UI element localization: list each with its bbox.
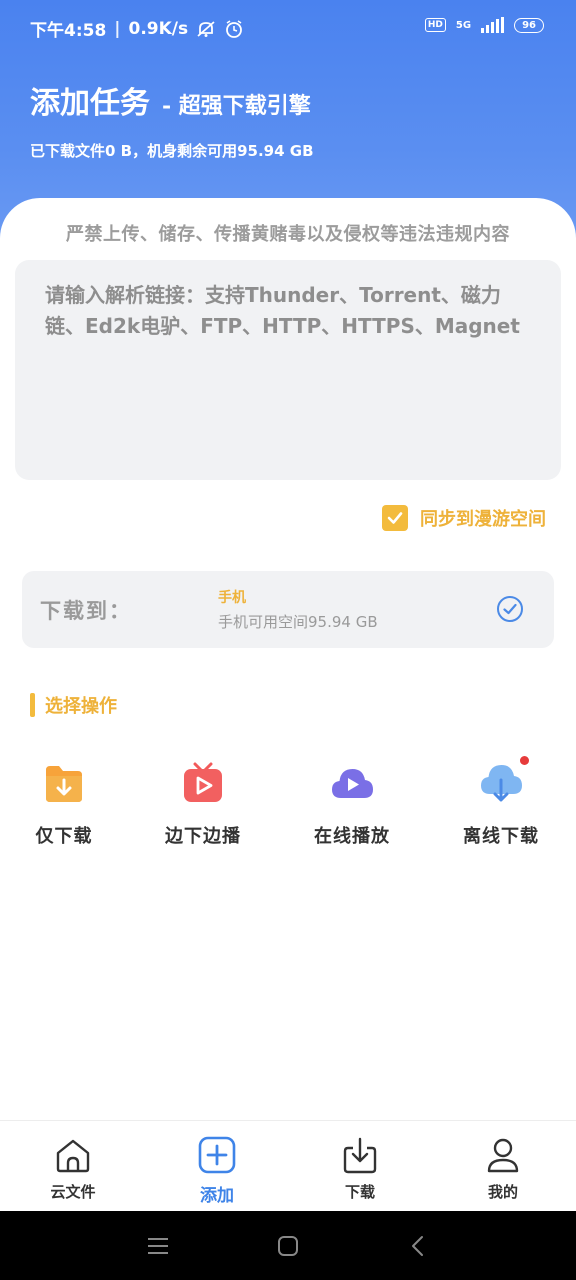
user-icon <box>483 1135 523 1175</box>
op-label: 仅下载 <box>35 826 93 847</box>
header-title-row: 添加任务 - 超强下载引擎 <box>30 78 311 122</box>
op-offline-download[interactable]: 离线下载 <box>441 756 561 848</box>
destination-label: 下载到： <box>40 599 132 623</box>
section-bar <box>30 693 35 717</box>
home-square-icon[interactable] <box>275 1233 301 1259</box>
nav-download[interactable]: 下载 <box>310 1135 410 1202</box>
sync-roaming-toggle[interactable]: 同步到漫游空间 <box>382 505 546 531</box>
nav-label: 下载 <box>344 1183 375 1201</box>
status-time: 下午4:58 <box>30 21 107 41</box>
section-title: 选择操作 <box>45 696 117 717</box>
section-header: 选择操作 <box>30 692 117 718</box>
add-square-icon <box>197 1135 237 1175</box>
menu-icon[interactable] <box>145 1233 171 1259</box>
back-icon[interactable] <box>405 1233 431 1259</box>
mute-icon <box>197 20 215 37</box>
bottom-nav: 云文件 添加 下载 我的 <box>0 1120 576 1211</box>
content-warning: 严禁上传、储存、传播黄赌毒以及侵权等违法违规内容 <box>66 224 510 245</box>
folder-download-icon <box>40 760 88 808</box>
op-download-only[interactable]: 仅下载 <box>4 760 124 848</box>
status-left: 下午4:58 | 0.9K/s <box>30 16 244 41</box>
destination-space: 手机可用空间95.94 GB <box>218 613 378 631</box>
download-destination[interactable]: 下载到： 手机 手机可用空间95.94 GB <box>22 571 554 648</box>
signal-icon <box>481 17 505 33</box>
nav-mine[interactable]: 我的 <box>453 1135 553 1202</box>
nav-label: 添加 <box>200 1186 234 1206</box>
tv-play-icon <box>179 760 227 808</box>
op-label: 在线播放 <box>314 826 390 847</box>
battery-icon: 96 <box>514 17 544 33</box>
cloud-download-icon <box>477 756 529 808</box>
status-right: HD 5G 96 <box>424 17 544 33</box>
op-label: 边下边播 <box>165 826 241 847</box>
op-online-play[interactable]: 在线播放 <box>292 760 412 848</box>
system-navigation-bar <box>0 1211 576 1280</box>
sync-checkbox[interactable] <box>382 505 408 531</box>
checkmark-icon <box>387 512 403 524</box>
op-label: 离线下载 <box>463 826 539 847</box>
nav-label: 我的 <box>487 1183 518 1201</box>
sync-label: 同步到漫游空间 <box>420 509 546 530</box>
status-bar: 下午4:58 | 0.9K/s HD 5G 96 <box>0 0 576 56</box>
nav-label: 云文件 <box>50 1183 96 1201</box>
hd-badge: HD <box>424 18 446 32</box>
link-input[interactable] <box>15 260 561 480</box>
nav-cloud-files[interactable]: 云文件 <box>23 1135 123 1202</box>
nav-add[interactable]: 添加 <box>167 1135 267 1206</box>
page-subtitle: - 超强下载引擎 <box>162 93 311 119</box>
operations: 仅下载 边下边播 在线播放 离线下载 <box>0 756 576 850</box>
status-net-speed: 0.9K/s <box>128 18 189 39</box>
check-circle-icon <box>497 596 523 622</box>
notification-dot <box>520 756 529 765</box>
alarm-icon <box>226 19 243 38</box>
network-type: 5G <box>455 19 472 31</box>
cloud-play-icon <box>328 760 376 808</box>
status-separator: | <box>114 18 121 39</box>
page-title: 添加任务 <box>30 86 150 121</box>
destination-device: 手机 <box>218 590 246 606</box>
download-tray-icon <box>340 1135 380 1175</box>
op-download-and-play[interactable]: 边下边播 <box>143 760 263 848</box>
home-icon <box>53 1135 93 1175</box>
storage-info: 已下载文件0 B，机身剩余可用95.94 GB <box>30 142 314 160</box>
